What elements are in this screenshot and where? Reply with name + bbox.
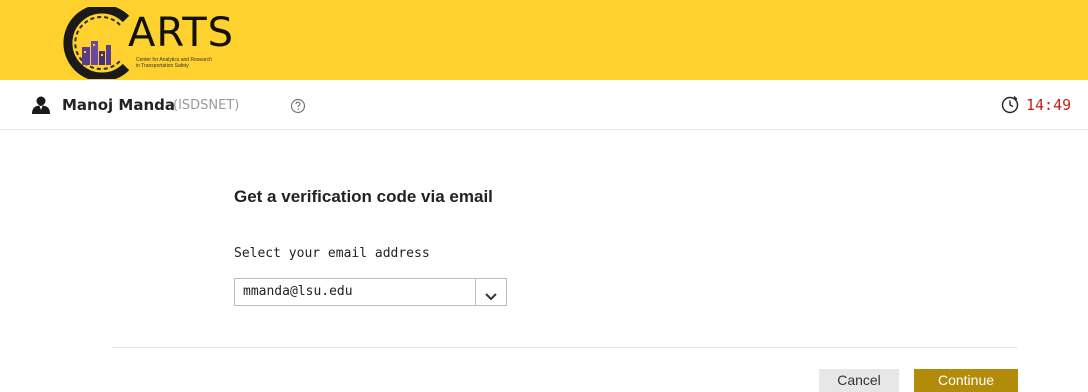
user-icon [31,96,51,114]
email-select-label: Select your email address [234,246,430,261]
timer-icon [1000,94,1020,114]
carts-logo: ARTS Center for Analytics and Research i… [60,7,260,79]
select-divider [475,279,476,305]
footer-divider [112,347,1018,348]
email-select[interactable]: mmanda@lsu.edu [234,278,507,306]
user-name: Manoj Manda [62,96,175,114]
top-banner: ARTS Center for Analytics and Research i… [0,0,1088,80]
cancel-button[interactable]: Cancel [819,369,899,392]
chevron-down-icon[interactable] [484,287,498,301]
user-bar: Manoj Manda (ISDSNET) 14:49 [0,80,1088,130]
form-title: Get a verification code via email [234,187,493,206]
user-domain: (ISDSNET) [173,98,240,113]
email-select-value: mmanda@lsu.edu [243,284,353,299]
continue-button[interactable]: Continue [914,369,1018,392]
logo-wordmark: ARTS [128,10,235,56]
help-circle-icon[interactable] [290,98,306,114]
session-timer: 14:49 [1026,96,1072,114]
logo-tagline: Center for Analytics and Research in Tra… [136,57,212,69]
